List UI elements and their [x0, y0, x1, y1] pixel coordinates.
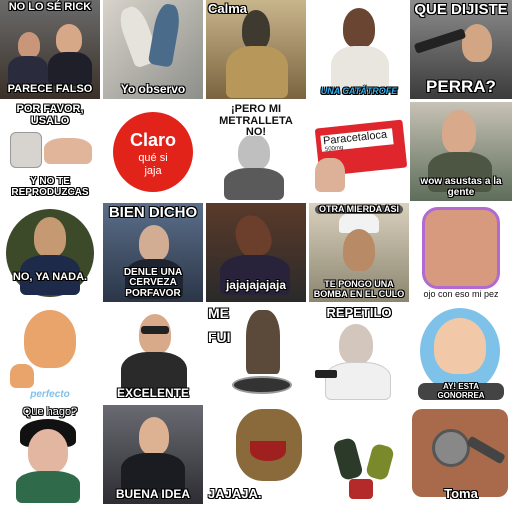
person-face	[139, 314, 171, 354]
sticker-no-ya-nada[interactable]: NO, YA NADA.	[0, 203, 100, 302]
caption-bottom: DENLE UNA CERVEZA PORFAVOR	[123, 266, 183, 299]
sticker-yo-observo[interactable]: Yo observo	[103, 0, 203, 99]
sticker-grid: NO LO SÉ RICK PARECE FALSO Yo observo Ca…	[0, 0, 512, 510]
figure-left	[332, 436, 364, 482]
caption-bottom: Toma	[444, 486, 478, 502]
caption-top: ME	[208, 305, 229, 321]
sticker-jajaja[interactable]: JAJAJA.	[206, 405, 306, 504]
caption-bottom: PARECE FALSO	[7, 83, 93, 96]
person-face	[28, 429, 68, 473]
person-face	[442, 110, 476, 154]
sticker-buena-idea[interactable]: BUENA IDEA	[103, 405, 203, 504]
caption-bottom: TE PONGO UNA BOMBA EN EL CULO	[313, 279, 405, 299]
sticker-claro-que-si[interactable]: Claro qué si jaja	[103, 102, 203, 201]
sticker-ay-esta-gonorrea[interactable]: AY! ESTA GONORREA	[410, 304, 512, 403]
person-body	[16, 471, 80, 503]
portal-hole	[232, 376, 292, 394]
sticker-una-catastrofe[interactable]: UNA CATÁTROFE	[309, 0, 409, 99]
caption-bottom: UNA CATÁTROFE	[320, 85, 398, 96]
person-face	[422, 207, 500, 289]
baby-face	[24, 310, 76, 368]
caption-bottom: EXCELENTE	[116, 386, 189, 401]
sticker-que-dijiste-perra[interactable]: QUE DIJISTE PERRA?	[410, 0, 512, 99]
caption-bottom: NO, YA NADA.	[12, 271, 88, 284]
person-face	[343, 229, 375, 271]
sticker-robot-dance[interactable]	[309, 405, 409, 504]
caption-top: BIEN DICHO	[108, 204, 198, 221]
sunglasses	[141, 326, 169, 334]
caption-bottom: Yo observo	[120, 82, 186, 97]
revolver-cylinder	[432, 429, 470, 467]
sticker-wow-asustas[interactable]: wow asustas a la gente	[410, 102, 512, 201]
caption-bottom: perfecto	[30, 388, 70, 400]
condom-package	[10, 132, 42, 168]
person-face	[238, 134, 270, 170]
sticker-no-lo-se-rick[interactable]: NO LO SÉ RICK PARECE FALSO	[0, 0, 100, 99]
person-face	[56, 24, 82, 54]
caption-top: POR FAVOR, USALO	[16, 103, 84, 127]
person-body	[48, 52, 92, 86]
dog-mouth	[250, 441, 286, 461]
person-face	[34, 217, 66, 257]
caption-bottom: wow asustas a la gente	[420, 176, 502, 198]
sticker-me-fui[interactable]: ME FUI	[206, 304, 306, 403]
hand	[315, 158, 345, 192]
caption-bottom: JAJAJA.	[208, 486, 262, 502]
sticker-bomba-en-el-culo[interactable]: OTRA MIERDA ASI TE PONGO UNA BOMBA EN EL…	[309, 203, 409, 302]
sticker-oj-con-eso[interactable]: ojo con eso mi pez	[410, 203, 512, 302]
sticker-repetilo[interactable]: REPETILO	[309, 304, 409, 403]
person-face	[139, 225, 169, 261]
caption-bottom: PERRA?	[426, 77, 496, 97]
pistol	[315, 370, 337, 378]
baby-hand	[10, 364, 34, 388]
person-face	[462, 24, 492, 62]
caption-bottom: BUENA IDEA	[115, 487, 191, 502]
caption-top: QUE DIJISTE	[414, 1, 508, 18]
person-face	[343, 8, 375, 48]
figure-base	[349, 479, 373, 499]
claro-logo-text: Claro	[129, 130, 176, 150]
sticker-toma[interactable]: Toma	[410, 405, 512, 504]
sticker-calma[interactable]: Calma	[206, 0, 306, 99]
caption-bottom: jajajajajaja	[225, 278, 287, 293]
person-body	[8, 56, 48, 86]
anubis-body	[226, 46, 288, 98]
claro-line-3: jaja	[144, 165, 162, 177]
claro-line-2: qué si	[138, 152, 168, 164]
sticker-pero-mi-metralleta[interactable]: ¡PERO MI METRALLETA NO!	[206, 102, 306, 201]
person-body	[224, 168, 284, 200]
hand	[44, 138, 92, 164]
caption-top: Que hago?	[22, 406, 78, 418]
caption-bottom: ojo con eso mi pez	[423, 288, 499, 299]
caption-top: NO LO SÉ RICK	[8, 1, 92, 13]
sticker-que-hago[interactable]: Que hago?	[0, 405, 100, 504]
caption-top: OTRA MIERDA ASI	[315, 204, 403, 215]
person-face	[139, 417, 169, 455]
sticker-jajajajajaja[interactable]: jajajajajaja	[206, 203, 306, 302]
figure-right	[364, 442, 396, 482]
anubis-head	[242, 10, 270, 50]
sticker-por-favor-usalo[interactable]: POR FAVOR, USALO Y NO TE REPRODUZCAS	[0, 102, 100, 201]
caption-middle: FUI	[208, 329, 231, 345]
sticker-perfecto[interactable]: perfecto	[0, 304, 100, 403]
person-body	[325, 362, 391, 400]
person-face	[18, 32, 40, 58]
caption-top: Calma	[208, 1, 248, 16]
caption-bottom: AY! ESTA GONORREA	[418, 383, 504, 400]
caption-bottom: Y NO TE REPRODUZCAS	[11, 176, 89, 198]
caption-top: REPETILO	[326, 305, 392, 320]
child-face	[434, 318, 486, 374]
person-face	[339, 324, 373, 364]
sticker-paracetaloca[interactable]: Paracetaloca 500mg	[309, 102, 409, 201]
caption-top: ¡PERO MI METRALLETA NO!	[219, 103, 293, 139]
sticker-bien-dicho[interactable]: BIEN DICHO DENLE UNA CERVEZA PORFAVOR	[103, 203, 203, 302]
sticker-excelente[interactable]: EXCELENTE	[103, 304, 203, 403]
